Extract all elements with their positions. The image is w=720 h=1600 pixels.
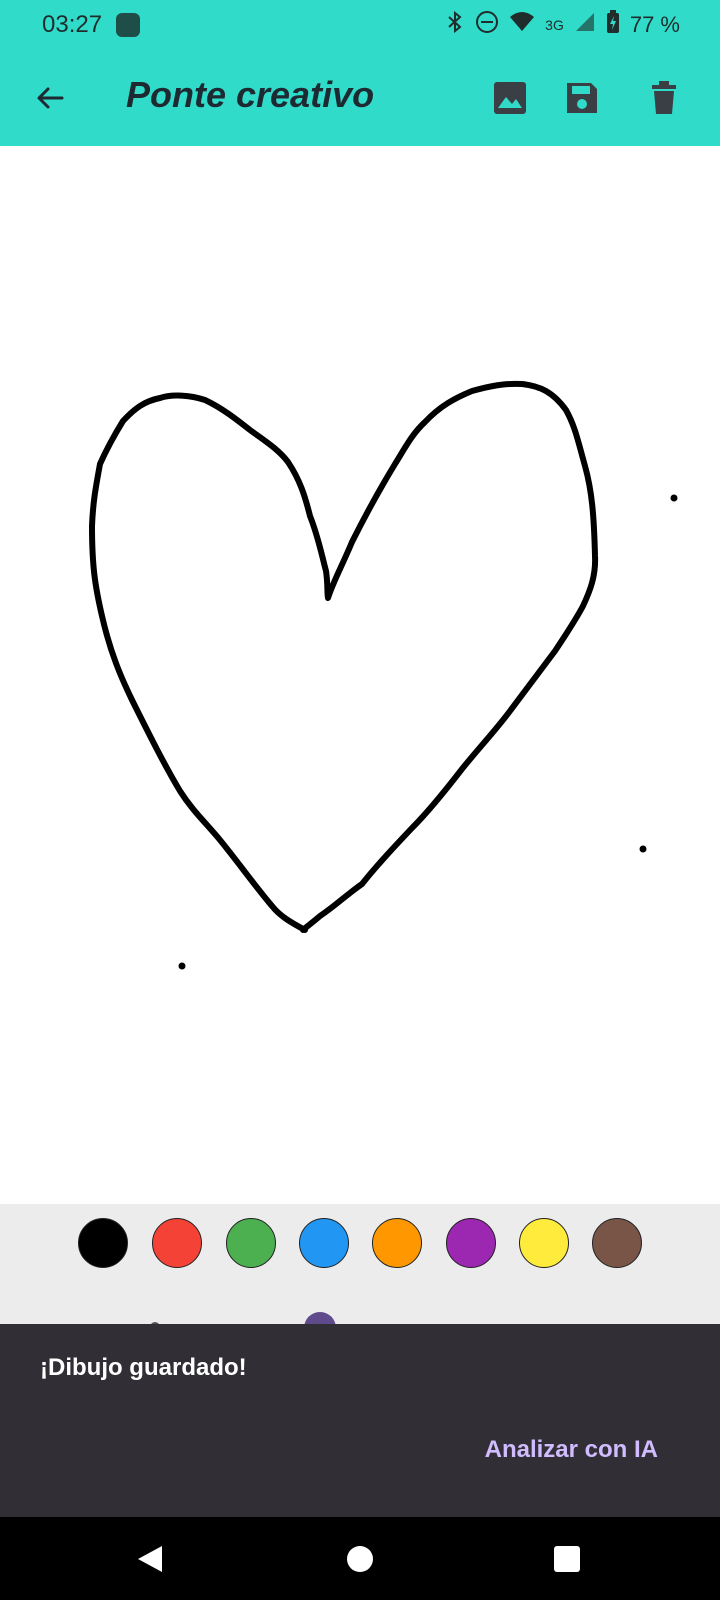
page-title: Ponte creativo — [126, 74, 375, 115]
system-nav-bar — [0, 1517, 720, 1600]
nav-back-button[interactable] — [126, 1535, 174, 1583]
recents-square-icon — [554, 1546, 580, 1572]
color-palette — [0, 1204, 720, 1344]
battery-charging-icon — [606, 10, 620, 40]
nav-recents-button[interactable] — [543, 1535, 591, 1583]
color-swatch-orange[interactable] — [372, 1218, 422, 1268]
snackbar: ¡Dibujo guardado! Analizar con IA — [0, 1324, 720, 1517]
color-swatch-red[interactable] — [152, 1218, 202, 1268]
back-button[interactable] — [22, 70, 78, 126]
dnd-icon — [475, 10, 499, 40]
color-swatch-blue[interactable] — [299, 1218, 349, 1268]
network-type: 3G — [545, 17, 564, 33]
battery-percent: 77 % — [629, 12, 680, 37]
status-icons: 3G 77 % — [445, 10, 680, 40]
nav-home-button[interactable] — [336, 1535, 384, 1583]
status-time: 03:27 — [42, 11, 103, 38]
delete-icon — [652, 81, 676, 114]
snackbar-message: ¡Dibujo guardado! — [40, 1354, 247, 1381]
save-button[interactable] — [554, 70, 610, 126]
drawing-canvas[interactable] — [0, 146, 720, 1204]
app-bar: Ponte creativo — [0, 50, 720, 146]
home-circle-icon — [347, 1546, 373, 1572]
color-swatch-purple[interactable] — [446, 1218, 496, 1268]
arrow-back-icon — [37, 87, 64, 109]
signal-icon — [574, 11, 596, 39]
image-icon — [494, 82, 526, 114]
back-triangle-icon — [138, 1546, 162, 1572]
notification-app-icon — [116, 13, 140, 37]
status-bar: 03:27 3G 77 % — [0, 0, 720, 50]
color-swatch-green[interactable] — [226, 1218, 276, 1268]
analyze-ai-button[interactable]: Analizar con IA — [485, 1436, 658, 1464]
color-swatch-brown[interactable] — [592, 1218, 642, 1268]
delete-button[interactable] — [636, 70, 692, 126]
color-swatch-yellow[interactable] — [519, 1218, 569, 1268]
gallery-button[interactable] — [482, 70, 538, 126]
save-icon — [567, 83, 597, 113]
wifi-icon — [509, 11, 535, 39]
color-swatch-black[interactable] — [78, 1218, 128, 1268]
heart-drawing — [89, 380, 678, 970]
bluetooth-icon — [445, 10, 465, 40]
